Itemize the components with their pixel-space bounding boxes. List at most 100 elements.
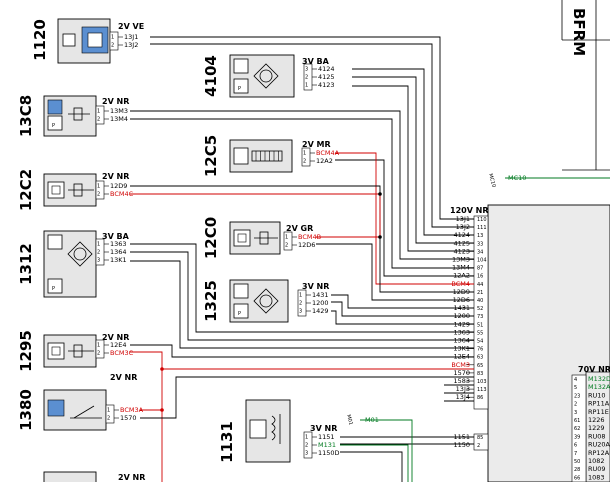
ecu-main-row-pin: 111 xyxy=(477,225,487,231)
connector-pin-number: 3 xyxy=(97,258,100,264)
component-box xyxy=(43,471,97,482)
component-1120: 1120 2V VE 1 13J1 2 13J2 xyxy=(31,18,144,64)
wire-label: 1431 xyxy=(312,291,329,299)
ecu-second-row-pin: 7 xyxy=(574,451,577,457)
connector-pin-number: 3 xyxy=(299,309,302,315)
wire-label: BCM3A xyxy=(120,406,144,414)
ecu-main-row-pin: 83 xyxy=(477,371,483,377)
connector-pin-number: 1 xyxy=(299,293,302,299)
connector-pin-number: 2 xyxy=(303,159,306,165)
component-1295: 1295 2V NR1 12E42 BCM3C xyxy=(17,330,134,372)
ecu-main-row-pin: 21 xyxy=(477,290,483,296)
connector-label: 2V MR xyxy=(302,140,331,149)
connector-pin-number: 2 xyxy=(97,351,100,357)
wire-label: BCM4C xyxy=(110,190,134,198)
ecu-second-row-wire: 1226 xyxy=(588,416,605,424)
ecu-second-row-wire: 1083 xyxy=(588,473,605,481)
component-1312: P13123V BA1 13632 13643 13K1 xyxy=(17,230,130,298)
wire-label: 1570 xyxy=(120,414,137,422)
ecu-second-row-wire: RP11A xyxy=(588,400,610,408)
component-code: 1120 xyxy=(31,19,49,61)
ecu-main-row-pin: 52 xyxy=(477,306,483,312)
connector-pin-number: 1 xyxy=(305,83,308,89)
component-1380: 1380 2V NR 1 BCM3A 2 1570 xyxy=(17,373,144,431)
ecu-main-connector-label: 120V NR xyxy=(450,206,489,215)
p-glyph: P xyxy=(238,86,241,92)
ecu-main-row-wire: 13M3 xyxy=(452,256,470,264)
ecu-second-row-pin: 2 xyxy=(574,402,577,408)
ecu-main-row-pin: 16 xyxy=(477,274,483,280)
connector-pin-number: 2 xyxy=(97,117,100,123)
ecu-second-row-wire: 1229 xyxy=(588,424,605,432)
component-code: 4104 xyxy=(202,55,220,97)
connector-pin-number: 1 xyxy=(97,184,100,190)
wire-label: 12D9 xyxy=(110,182,127,190)
connector-pin-number: 1 xyxy=(97,109,100,115)
component-code: 12C5 xyxy=(202,135,220,177)
wire-label: 4124 xyxy=(318,65,335,73)
ecu-second-row-wire: M132A xyxy=(588,383,610,391)
ecu-main-extra-wire: 1150 xyxy=(453,441,470,449)
component-code: 1295 xyxy=(17,330,35,372)
wire-label: 4123 xyxy=(318,81,335,89)
connector-label: 2V NR xyxy=(110,373,137,382)
connector-pin-number: 1 xyxy=(107,408,110,414)
ecu-second-row-pin: 3 xyxy=(574,410,577,416)
ecu-second-row-wire: M132D xyxy=(588,375,610,383)
wire-label: 13J2 xyxy=(124,41,138,49)
wire-label: 1151 xyxy=(318,433,335,441)
ecu-second-row-pin: 23 xyxy=(574,393,580,399)
ecu-second-row-pin: 39 xyxy=(574,434,580,440)
ecu-main-row-pin: 33 xyxy=(477,241,483,247)
ground-mc10-wire: MC10 xyxy=(508,174,526,182)
ecu-second-row-pin: 62 xyxy=(574,426,580,432)
ecu-second-row-wire: RU10 xyxy=(588,391,606,399)
p-glyph: P xyxy=(238,311,241,317)
ecu-main-row-pin: 44 xyxy=(477,282,483,288)
ecu-main-row-pin: 51 xyxy=(477,322,483,328)
component-1131: 1131 3V NR1 1151 2 M131 3 1150D xyxy=(218,399,340,463)
component-code: 13C8 xyxy=(17,95,35,137)
ecu-main-row-pin: 63 xyxy=(477,355,483,361)
wiring-diagram: BFRM 120V NR 13J1 11013J2 1114124 134125 334… xyxy=(17,0,610,482)
ecu-second-row-pin: 66 xyxy=(574,475,580,481)
ecu-second-row-wire: RU20A xyxy=(588,441,610,449)
connector-pin-number: 2 xyxy=(107,416,110,422)
connector-pin-number: 2 xyxy=(285,243,288,249)
ecu-main-row-pin: 34 xyxy=(477,249,483,255)
wire-label: M131 xyxy=(318,441,336,449)
ecu-main-extra-pin: 85 xyxy=(477,435,483,441)
wire-label: 1200 xyxy=(312,299,329,307)
component-12C5: 12C5 2V MR 1 BCM4A 2 12A2 xyxy=(202,135,340,177)
wire-label: 4125 xyxy=(318,73,335,81)
ecu-main-row-wire: 13J3 xyxy=(456,385,470,393)
connector-pin-number: 2 xyxy=(97,250,100,256)
ecu-main-row-pin: 87 xyxy=(477,266,483,272)
connector-label: 2V NR xyxy=(102,172,129,181)
component-code: 1312 xyxy=(17,243,35,285)
wire-label: 13M3 xyxy=(110,107,128,115)
connector-pin-number: 1 xyxy=(111,35,114,41)
wire-label: BCM4B xyxy=(298,233,321,241)
connector-pin-number: 2 xyxy=(111,43,114,49)
ecu-main-extra-pin: 2 xyxy=(477,443,480,449)
wire-label: 12A2 xyxy=(316,157,333,165)
p-glyph: P xyxy=(52,123,55,129)
ecu-main-row-wire: 1570 xyxy=(453,369,470,377)
connector-pin-number: 3 xyxy=(305,67,308,73)
connector-pin-number: 1 xyxy=(97,242,100,248)
connector-label: 3V NR xyxy=(310,424,337,433)
ecu-second-block: 70V NR 4 M132D 5 M132A 23 RU10 2 RP11A 3 RP11E 61 1… xyxy=(571,365,610,482)
ecu-main-row-pin: 104 xyxy=(477,258,487,264)
connector-pin-number: 1 xyxy=(305,435,308,441)
ecu-main-row-pin: 76 xyxy=(477,347,483,353)
ecu-second-row-pin: 4 xyxy=(574,377,577,383)
connector-label: 2V GR xyxy=(286,224,313,233)
connector-pin-number: 1 xyxy=(97,343,100,349)
component-13C8: P 13C8 2V NR1 13M3 2 13M4 xyxy=(17,95,129,137)
ecu-main-row-wire: 1364 xyxy=(453,337,470,345)
ecu-main-row-pin: 55 xyxy=(477,330,483,336)
connector-pin-number: 2 xyxy=(305,443,308,449)
connector-pin-number: 3 xyxy=(305,451,308,457)
component-12C0: 12C0 2V GR 1 BCM4B 2 12D6 xyxy=(202,217,321,259)
